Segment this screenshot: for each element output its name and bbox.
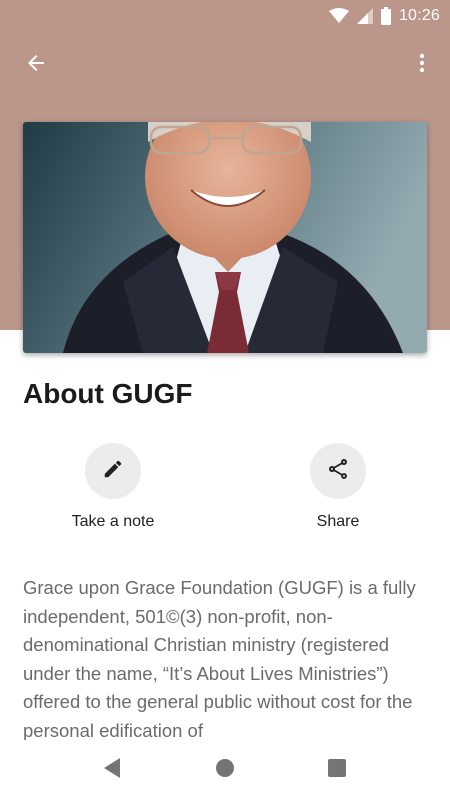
page-title: About GUGF [23, 378, 193, 409]
cellular-signal-icon [356, 8, 373, 24]
take-note-label: Take a note [71, 513, 155, 530]
share-icon-circle[interactable] [310, 443, 366, 499]
arrow-back-icon [24, 51, 48, 80]
nav-back-icon [102, 757, 122, 784]
status-bar: 10:26 [0, 0, 450, 32]
share-button[interactable]: Share [263, 443, 413, 531]
status-time: 10:26 [398, 7, 440, 24]
back-button[interactable] [14, 43, 58, 87]
nav-recents-button[interactable] [321, 754, 353, 786]
app-toolbar [0, 40, 450, 90]
nav-home-button[interactable] [209, 754, 241, 786]
about-description-text: Grace upon Grace Foundation (GUGF) is a … [23, 577, 416, 740]
take-note-icon-circle[interactable] [85, 443, 141, 499]
more-vert-icon [410, 51, 434, 80]
hero-portrait-image [23, 122, 427, 353]
pencil-icon [102, 458, 124, 485]
share-icon [326, 457, 350, 486]
more-options-button[interactable] [400, 43, 444, 87]
battery-icon [380, 7, 391, 25]
wifi-icon [328, 8, 349, 24]
nav-recents-icon [327, 758, 347, 783]
nav-home-icon [215, 758, 235, 783]
nav-back-button[interactable] [96, 754, 128, 786]
take-note-button[interactable]: Take a note [38, 443, 188, 531]
share-label: Share [316, 513, 360, 530]
system-navigation-bar [0, 740, 450, 800]
